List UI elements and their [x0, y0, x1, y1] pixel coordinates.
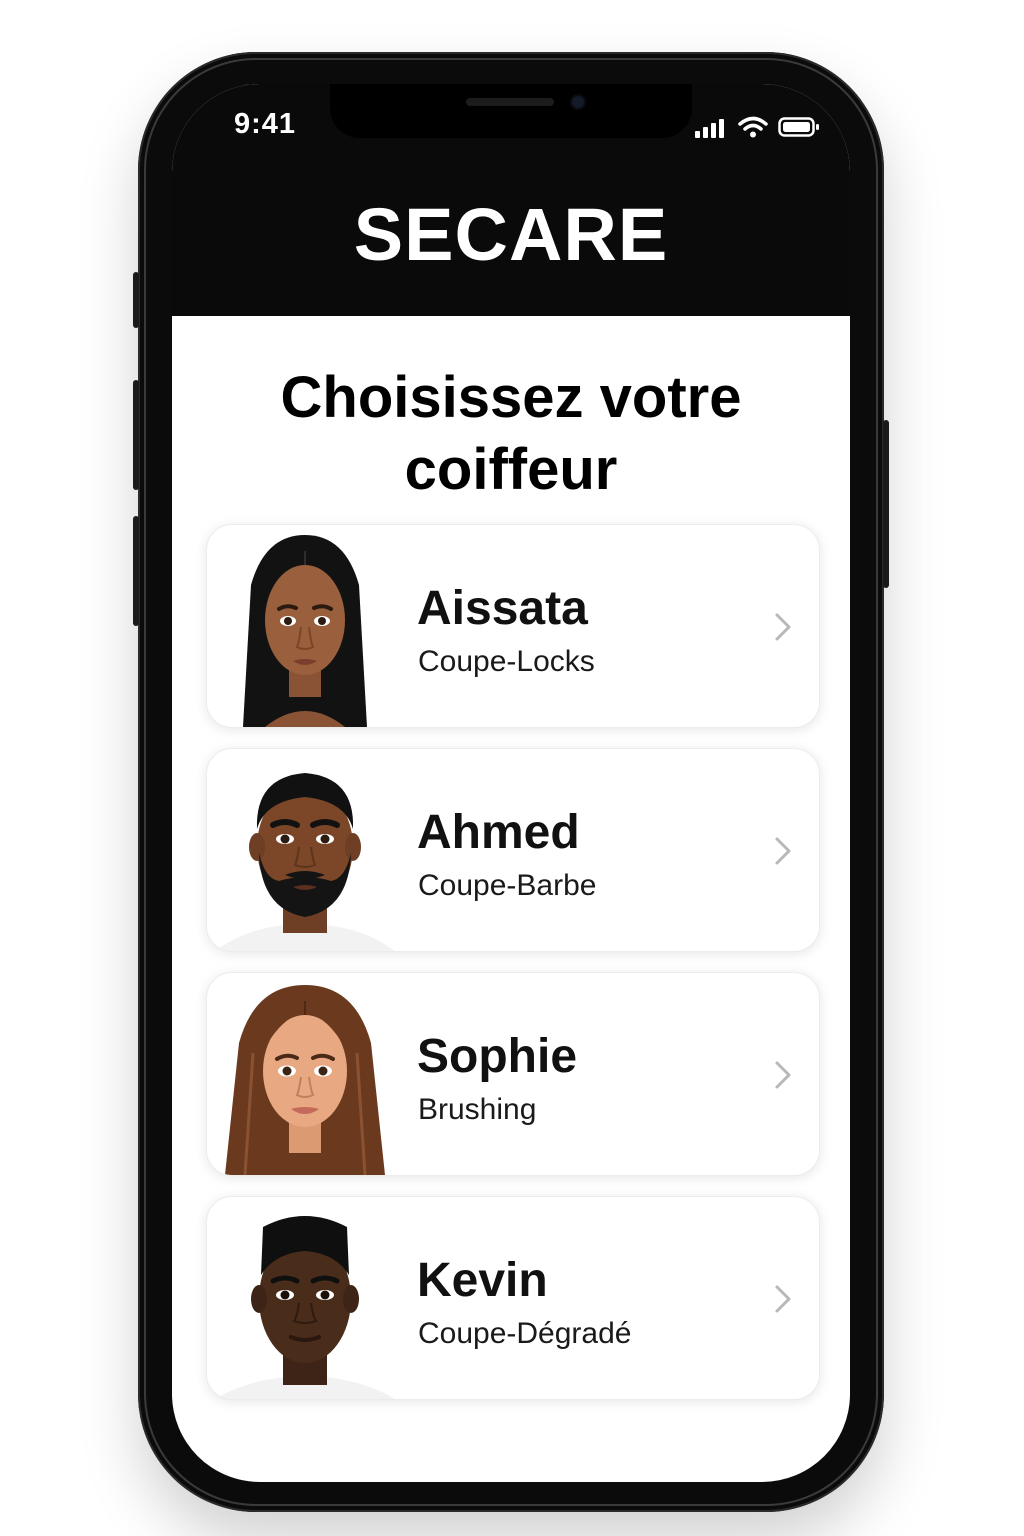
avatar-ahmed [215, 773, 395, 951]
status-time: 9:41 [234, 108, 297, 140]
mute-switch [133, 272, 139, 328]
avatar-sophie [225, 985, 385, 1175]
barber-name: Sophie [417, 1030, 578, 1083]
barber-name: Kevin [417, 1254, 548, 1307]
barber-card-sophie[interactable]: Sophie Brushing [206, 972, 820, 1176]
barber-service: Brushing [418, 1093, 537, 1126]
wifi-icon [738, 116, 768, 138]
earpiece-speaker [466, 98, 554, 106]
chevron-right-icon [775, 1285, 791, 1313]
power-button [883, 420, 889, 588]
chevron-right-icon [775, 837, 791, 865]
status-icons [694, 114, 820, 138]
avatar-aissata [243, 535, 367, 727]
chevron-right-icon [775, 613, 791, 641]
barber-card-aissata[interactable]: Aissata Coupe-Locks [206, 524, 820, 728]
app-screen: 9:41 SECARE Choisissez votre coiffeur Ai… [172, 84, 850, 1482]
front-camera-icon [570, 94, 586, 110]
chevron-right-icon [775, 1061, 791, 1089]
barber-card-ahmed[interactable]: Ahmed Coupe-Barbe [206, 748, 820, 952]
barber-service: Coupe-Dégradé [418, 1317, 632, 1350]
volume-down-button [133, 516, 139, 626]
barber-service: Coupe-Locks [418, 645, 595, 678]
barber-name: Aissata [417, 582, 588, 635]
app-header: 9:41 SECARE [172, 84, 850, 316]
barber-service: Coupe-Barbe [418, 869, 597, 902]
page-title: Choisissez votre coiffeur [280, 365, 742, 502]
battery-icon [778, 117, 819, 137]
barber-card-kevin[interactable]: Kevin Coupe-Dégradé [206, 1196, 820, 1400]
avatar-kevin [215, 1216, 395, 1399]
volume-up-button [133, 380, 139, 490]
cellular-signal-icon [695, 119, 724, 138]
notch [330, 84, 692, 138]
barber-name: Ahmed [417, 806, 580, 859]
app-brand-title: SECARE [353, 193, 669, 276]
